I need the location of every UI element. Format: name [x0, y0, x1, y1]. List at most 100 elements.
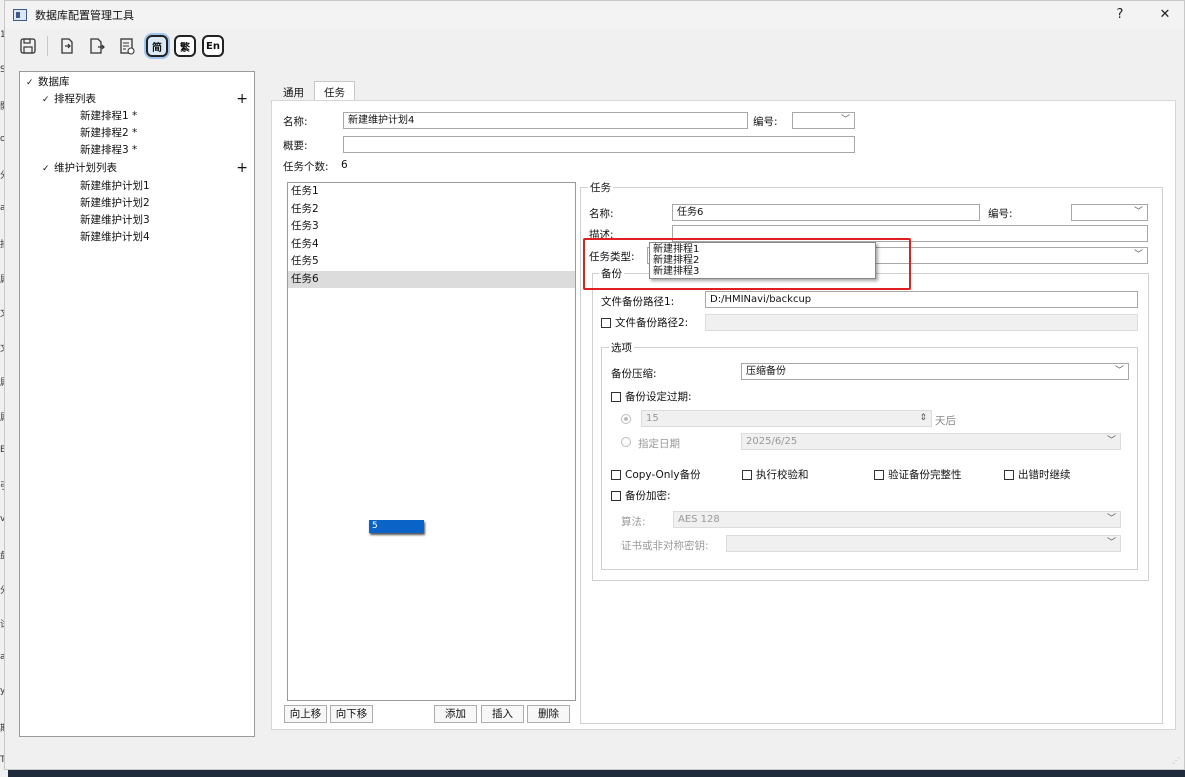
list-item[interactable]: 任务5 — [288, 253, 575, 271]
date-radio[interactable] — [621, 437, 631, 447]
plan-name-label: 名称: — [283, 116, 308, 128]
task-name-input[interactable]: 任务6 — [672, 204, 980, 221]
checkbox-box — [1004, 469, 1014, 480]
plan-name-input[interactable]: 新建维护计划4 — [343, 112, 748, 129]
chevron-down-icon: ✓ — [42, 164, 50, 174]
task-id-combo[interactable]: ﹀ — [1071, 204, 1148, 221]
toolbar-separator — [47, 36, 48, 56]
compress-combo[interactable]: 压缩备份 ﹀ — [741, 363, 1129, 380]
checkbox-label: 备份加密: — [625, 490, 671, 502]
insert-task-button[interactable]: 插入 — [481, 705, 524, 723]
chevron-down-icon: ﹀ — [1106, 514, 1116, 524]
lang-english-button[interactable]: En — [202, 35, 224, 57]
save-button[interactable] — [17, 35, 39, 57]
export-button[interactable] — [86, 35, 108, 57]
task-count-value: 6 — [341, 159, 348, 171]
options-group-title: 选项 — [609, 340, 634, 355]
checksum-checkbox[interactable]: 执行校验和 — [742, 467, 809, 482]
backup-path1-label: 文件备份路径1: — [601, 296, 675, 308]
delete-task-button[interactable]: 删除 — [527, 705, 570, 723]
tree-item-plan[interactable]: 新建维护计划3 — [80, 212, 150, 229]
document-view-icon — [120, 38, 135, 55]
plan-summary-input[interactable] — [343, 136, 855, 153]
tree-group-label: 排程列表 — [54, 93, 96, 105]
tree-item-schedule[interactable]: 新建排程3 * — [80, 142, 137, 159]
task-count-label: 任务个数: — [283, 161, 329, 173]
help-button[interactable]: ? — [1105, 5, 1135, 25]
list-item[interactable]: 任务4 — [288, 236, 575, 254]
plan-id-label: 编号: — [753, 116, 778, 128]
compress-value: 压缩备份 — [746, 366, 786, 377]
preview-button[interactable] — [116, 35, 138, 57]
expire-checkbox[interactable]: 备份设定过期: — [611, 389, 692, 404]
checkbox-label: 验证备份完整性 — [888, 469, 962, 481]
chevron-down-icon: ﹀ — [1106, 436, 1116, 446]
app-icon — [13, 9, 27, 21]
resize-grip-icon[interactable]: ⋰ — [1172, 756, 1180, 765]
days-spinbox[interactable]: 15 ⇕ — [641, 410, 932, 427]
add-plan-button[interactable]: + — [236, 160, 248, 177]
tree-item-plan[interactable]: 新建维护计划4 — [80, 229, 150, 246]
date-value: 2025/6/25 — [746, 436, 798, 447]
days-radio[interactable] — [621, 414, 631, 424]
add-task-button[interactable]: 添加 — [434, 705, 477, 723]
lang-traditional-button[interactable]: 繁 — [174, 35, 196, 57]
title-bar: 数据库配置管理工具 ? ✕ — [5, 1, 1184, 29]
list-item-selected[interactable]: 任务6 — [288, 270, 575, 288]
chevron-down-icon: ﹀ — [1133, 207, 1143, 217]
checkbox-label: 备份设定过期: — [625, 391, 692, 403]
move-down-button[interactable]: 向下移 — [330, 705, 373, 723]
task-name-label: 名称: — [589, 208, 614, 220]
days-suffix: 天后 — [935, 415, 956, 427]
list-item[interactable]: 任务1 — [288, 183, 575, 201]
plan-summary-label: 概要: — [283, 140, 308, 152]
list-item[interactable]: 任务2 — [288, 201, 575, 219]
move-up-button[interactable]: 向上移 — [284, 705, 327, 723]
tree-item-schedule[interactable]: 新建排程2 * — [80, 125, 137, 142]
chevron-down-icon: ﹀ — [840, 115, 850, 125]
backup-path2-input[interactable] — [705, 314, 1138, 331]
chevron-down-icon: ﹀ — [1114, 366, 1124, 376]
algo-label: 算法: — [621, 516, 646, 528]
verify-checkbox[interactable]: 验证备份完整性 — [874, 467, 962, 482]
checkbox-box — [611, 490, 621, 501]
compress-label: 备份压缩: — [611, 368, 657, 380]
toolbar: 简 繁 En — [5, 31, 1184, 61]
plan-id-combo[interactable]: ﹀ — [792, 112, 855, 129]
days-value: 15 — [646, 413, 659, 424]
spin-arrows-icon: ⇕ — [919, 413, 927, 423]
import-button[interactable] — [56, 35, 78, 57]
tree-plan-group[interactable]: ✓ 维护计划列表 + — [42, 160, 254, 177]
tab-tasks[interactable]: 任务 — [314, 81, 355, 101]
checkbox-box — [611, 391, 621, 402]
app-window: 数据库配置管理工具 ? ✕ 简 繁 En ✓ 数据库 ✓ 排程列表 + 新建排程1 *… — [4, 0, 1185, 770]
database-tree[interactable]: ✓ 数据库 ✓ 排程列表 + 新建排程1 * 新建排程2 * 新建排程3 * ✓ 维护计… — [19, 71, 255, 737]
close-button[interactable]: ✕ — [1150, 5, 1180, 25]
task-id-label: 编号: — [988, 208, 1013, 220]
chevron-down-icon: ﹀ — [1133, 250, 1143, 260]
checkbox-label: Copy-Only备份 — [625, 469, 701, 481]
tree-item-plan[interactable]: 新建维护计划2 — [80, 195, 150, 212]
tree-item-plan[interactable]: 新建维护计划1 — [80, 178, 150, 195]
tree-schedule-group[interactable]: ✓ 排程列表 + — [42, 91, 254, 108]
date-picker[interactable]: 2025/6/25 ﹀ — [741, 433, 1121, 450]
encrypt-checkbox[interactable]: 备份加密: — [611, 488, 671, 503]
copy-only-checkbox[interactable]: Copy-Only备份 — [611, 467, 701, 482]
list-item[interactable]: 任务3 — [288, 218, 575, 236]
window-title: 数据库配置管理工具 — [35, 9, 134, 22]
continue-on-error-checkbox[interactable]: 出错时继续 — [1004, 467, 1071, 482]
tree-root[interactable]: ✓ 数据库 — [26, 74, 70, 91]
annotation-highlight-box — [583, 238, 911, 290]
cert-combo[interactable]: ﹀ — [726, 535, 1121, 552]
chevron-down-icon: ﹀ — [1106, 538, 1116, 548]
checkbox-label: 执行校验和 — [756, 469, 809, 481]
tree-item-schedule[interactable]: 新建排程1 * — [80, 108, 137, 125]
tab-general[interactable]: 通用 — [273, 81, 314, 101]
algo-combo[interactable]: AES 128 ﹀ — [673, 511, 1121, 528]
backup-path1-input[interactable]: D:/HMINavi/backcup — [705, 291, 1138, 308]
export-icon — [90, 38, 105, 54]
backup-path2-checkbox[interactable]: 文件备份路径2: — [601, 315, 688, 330]
task-list[interactable]: 任务1 任务2 任务3 任务4 任务5 任务6 — [287, 182, 576, 701]
add-schedule-button[interactable]: + — [236, 91, 248, 108]
lang-simplified-button[interactable]: 简 — [146, 35, 168, 57]
